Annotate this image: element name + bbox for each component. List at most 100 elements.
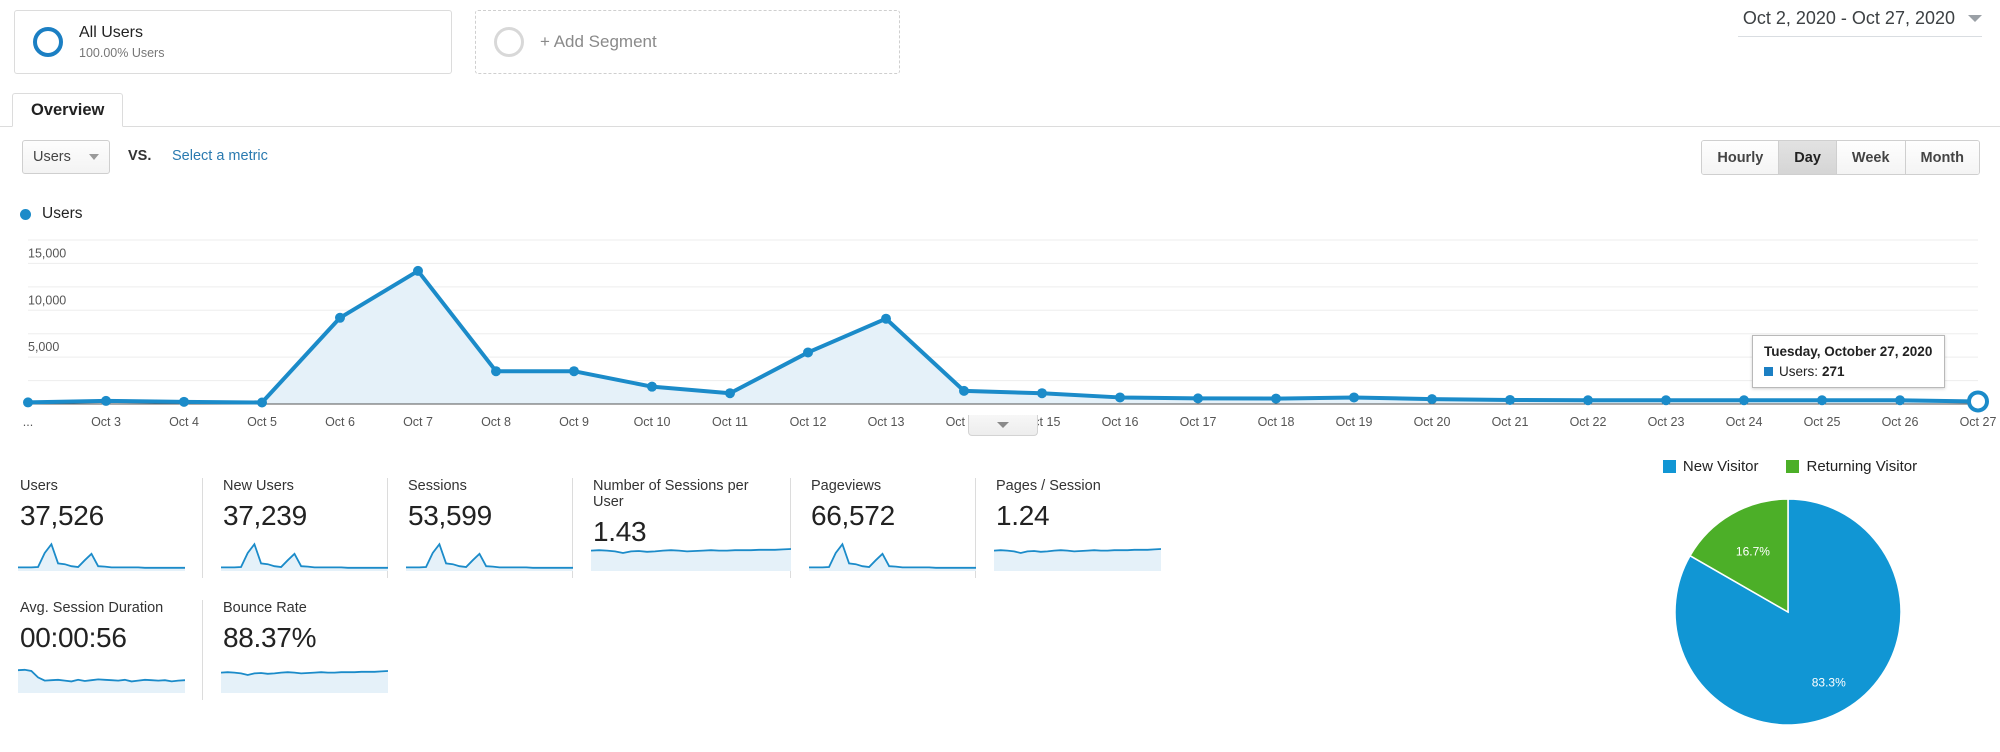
svg-text:Oct 24: Oct 24 — [1726, 415, 1763, 429]
new-vs-returning-pie: New Visitor Returning Visitor 83.3% 16.7% — [1590, 458, 1990, 739]
tooltip-series-label: Users: — [1779, 364, 1819, 379]
metric-card-sparkline — [994, 548, 1161, 571]
svg-text:Oct 26: Oct 26 — [1882, 415, 1919, 429]
metric-card-value: 37,526 — [20, 500, 104, 531]
metric-card-value: 66,572 — [811, 500, 895, 531]
vs-label: VS. — [128, 148, 152, 164]
svg-text:Oct 13: Oct 13 — [868, 415, 905, 429]
svg-text:15,000: 15,000 — [28, 246, 66, 260]
pie-chart-svg[interactable]: 83.3% 16.7% — [1640, 489, 1940, 739]
metric-card[interactable]: Number of Sessions per User 1.43 — [573, 478, 791, 578]
svg-text:Oct 16: Oct 16 — [1102, 415, 1139, 429]
pie-legend-label-new: New Visitor — [1682, 458, 1759, 475]
pie-legend-swatch-new — [1662, 460, 1676, 473]
metric-card-sparkline — [18, 668, 185, 693]
legend-dot-icon — [20, 208, 31, 220]
segment-text: All Users 100.00% Users — [79, 23, 164, 62]
metric-card[interactable]: Pageviews 66,572 — [791, 478, 976, 578]
svg-text:Oct 19: Oct 19 — [1336, 415, 1373, 429]
metric-card-sparkline — [18, 542, 185, 571]
chart-expand-handle[interactable] — [968, 415, 1038, 436]
add-segment-label: + Add Segment — [540, 32, 657, 51]
metric-card-sparkline — [591, 548, 791, 571]
main-timeline-chart[interactable]: 5,000 10,000 15,000... Oct 3 Oct 4 Oct 5 Oct 6… — [0, 230, 2000, 430]
svg-text:Oct 6: Oct 6 — [325, 415, 355, 429]
granularity-week[interactable]: Week — [1836, 141, 1906, 174]
tab-overview[interactable]: Overview — [12, 93, 124, 127]
metric-card-value: 1.24 — [996, 500, 1050, 531]
metric-card-value: 00:00:56 — [20, 622, 127, 653]
chevron-down-icon — [89, 154, 99, 160]
add-segment-button[interactable]: + Add Segment — [475, 10, 900, 74]
pie-legend-item-new-visitor[interactable]: New Visitor — [1662, 458, 1759, 475]
metric-card-label: Avg. Session Duration — [20, 600, 164, 616]
date-range-picker[interactable]: Oct 2, 2020 - Oct 27, 2020 — [1743, 8, 1982, 29]
metric-card-sparkline — [221, 670, 388, 693]
metric-card-label: Bounce Rate — [223, 600, 307, 616]
tab-strip: Overview — [0, 92, 2000, 127]
metric-card[interactable]: Sessions 53,599 — [388, 478, 573, 578]
date-range-label: Oct 2, 2020 - Oct 27, 2020 — [1742, 8, 1955, 28]
metric-card-row-1: Users 37,526 New Users 37,239 Sessions 53,599… — [18, 478, 1448, 578]
pie-legend-swatch-returning — [1786, 460, 1800, 473]
granularity-toggle-group: Hourly Day Week Month — [1701, 140, 1980, 175]
svg-text:Oct 18: Oct 18 — [1258, 415, 1295, 429]
svg-text:Oct 27: Oct 27 — [1960, 415, 1997, 429]
tab-overview-label: Overview — [31, 100, 105, 119]
chart-tooltip: Tuesday, October 27, 2020 Users: 271 — [1752, 335, 1946, 388]
svg-text:Oct 3: Oct 3 — [91, 415, 121, 429]
svg-text:5,000: 5,000 — [28, 340, 59, 354]
segment-bar: All Users 100.00% Users + Add Segment — [0, 0, 2000, 90]
primary-metric-select[interactable]: Users — [22, 140, 110, 174]
pie-legend-item-returning-visitor[interactable]: Returning Visitor — [1786, 458, 1917, 475]
svg-text:Oct 8: Oct 8 — [481, 415, 511, 429]
metric-card-value: 88.37% — [223, 622, 317, 653]
pie-legend-label-returning: Returning Visitor — [1806, 458, 1918, 475]
metric-card[interactable]: Bounce Rate 88.37% — [203, 600, 388, 700]
pie-label-returning-visitor: 16.7% — [1736, 544, 1770, 558]
primary-metric-value: Users — [33, 149, 71, 165]
segment-card-all-users[interactable]: All Users 100.00% Users — [14, 10, 452, 74]
pie-legend: New Visitor Returning Visitor — [1590, 458, 1990, 475]
chevron-down-icon — [1968, 15, 1982, 22]
timeline-chart-svg: 5,000 10,000 15,000... Oct 3 Oct 4 Oct 5 Oct 6… — [23, 239, 1997, 429]
segment-ring-icon — [33, 27, 63, 57]
metric-card[interactable]: Pages / Session 1.24 — [976, 478, 1161, 578]
metric-cards: Users 37,526 New Users 37,239 Sessions 53,599… — [18, 478, 1448, 700]
pie-label-new-visitor: 83.3% — [1812, 675, 1846, 689]
metric-card-label: Sessions — [408, 478, 467, 494]
granularity-month[interactable]: Month — [1905, 141, 1979, 174]
granularity-day[interactable]: Day — [1779, 141, 1837, 174]
svg-text:Oct 17: Oct 17 — [1180, 415, 1217, 429]
svg-text:...: ... — [23, 415, 33, 429]
svg-text:Oct 12: Oct 12 — [790, 415, 827, 429]
granularity-hourly[interactable]: Hourly — [1702, 141, 1780, 174]
metric-card-value: 53,599 — [408, 500, 492, 531]
metric-card[interactable]: New Users 37,239 — [203, 478, 388, 578]
svg-text:Oct 9: Oct 9 — [559, 415, 589, 429]
metric-card-sparkline — [406, 542, 573, 571]
svg-text:Oct 22: Oct 22 — [1570, 415, 1607, 429]
svg-text:Oct 21: Oct 21 — [1492, 415, 1529, 429]
svg-text:Oct 4: Oct 4 — [169, 415, 199, 429]
metric-card-sparkline — [809, 542, 976, 571]
svg-text:Oct 20: Oct 20 — [1414, 415, 1451, 429]
metric-card[interactable]: Avg. Session Duration 00:00:56 — [18, 600, 203, 700]
tooltip-swatch-icon — [1764, 367, 1773, 376]
svg-text:Oct 25: Oct 25 — [1804, 415, 1841, 429]
add-segment-ring-icon — [494, 27, 524, 57]
metric-card-sparkline — [221, 542, 388, 571]
segment-subtitle: 100.00% Users — [79, 45, 165, 60]
svg-text:Oct 23: Oct 23 — [1648, 415, 1685, 429]
svg-text:Oct 10: Oct 10 — [634, 415, 671, 429]
segment-title: All Users — [79, 23, 144, 41]
svg-text:Oct 5: Oct 5 — [247, 415, 277, 429]
metric-card-label: New Users — [223, 478, 294, 494]
tooltip-value: 271 — [1822, 364, 1845, 379]
metric-card-row-2: Avg. Session Duration 00:00:56 Bounce Rate… — [18, 600, 1448, 700]
chart-legend-label: Users — [42, 205, 83, 222]
metric-card-label: Users — [20, 478, 58, 494]
tooltip-date: Tuesday, October 27, 2020 — [1764, 344, 1933, 359]
select-a-metric-link[interactable]: Select a metric — [172, 148, 268, 164]
metric-card[interactable]: Users 37,526 — [18, 478, 203, 578]
